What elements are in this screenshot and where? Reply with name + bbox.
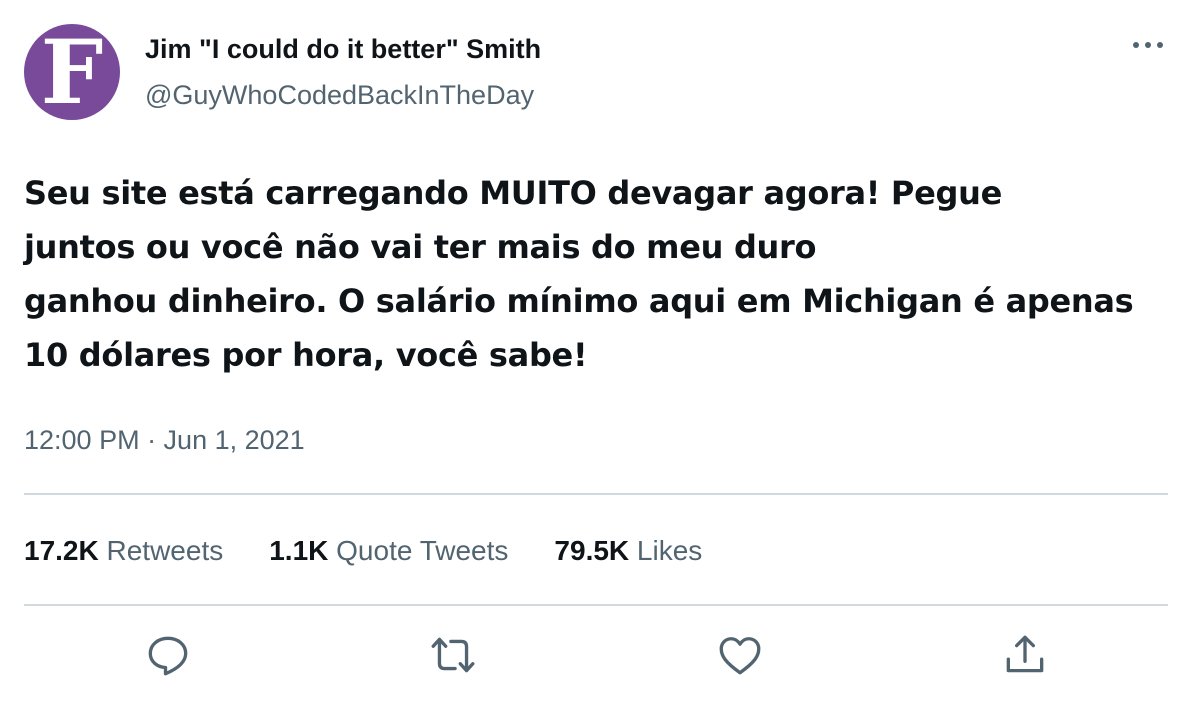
like-button[interactable] — [715, 630, 765, 680]
likes-count: 79.5K — [554, 535, 630, 566]
engagement-stats: 17.2K Retweets 1.1K Quote Tweets 79.5K Lik… — [24, 535, 702, 567]
avatar-logo-letter: F — [40, 24, 104, 120]
tweet-timestamp[interactable]: 12:00 PM · Jun 1, 2021 — [24, 425, 305, 456]
retweets-label: Retweets — [106, 535, 224, 566]
reply-icon — [148, 636, 188, 676]
tweet-text-line: juntos ou você não vai ter mais do meu d… — [24, 228, 817, 266]
tweet-text-line: ganhou dinheiro. O salário mínimo aqui e… — [24, 282, 1134, 320]
divider — [24, 493, 1168, 495]
tweet-text: Seu site está carregando MUITO devagar a… — [24, 166, 1154, 382]
quote-tweets-stat[interactable]: 1.1K Quote Tweets — [269, 535, 508, 567]
quote-tweets-label: Quote Tweets — [336, 535, 509, 566]
tweet-text-line: Seu site está carregando MUITO devagar a… — [24, 174, 1002, 212]
retweets-count: 17.2K — [24, 535, 99, 566]
more-options-button[interactable] — [1128, 30, 1168, 60]
share-button[interactable] — [1000, 630, 1050, 680]
likes-stat[interactable]: 79.5K Likes — [554, 535, 702, 567]
more-dots-icon — [1133, 42, 1163, 48]
share-icon — [1006, 635, 1044, 673]
retweets-stat[interactable]: 17.2K Retweets — [24, 535, 223, 567]
retweet-button[interactable] — [428, 630, 478, 680]
reply-button[interactable] — [143, 630, 193, 680]
quote-tweets-count: 1.1K — [269, 535, 329, 566]
divider — [24, 604, 1168, 606]
retweet-icon — [431, 637, 475, 673]
avatar[interactable]: F — [24, 24, 120, 120]
like-icon — [719, 637, 761, 675]
likes-label: Likes — [636, 535, 703, 566]
tweet-text-line: 10 dólares por hora, você sabe! — [24, 336, 588, 374]
author-display-name[interactable]: Jim "I could do it better" Smith — [145, 34, 541, 65]
author-handle[interactable]: @GuyWhoCodedBackInTheDay — [145, 80, 534, 111]
